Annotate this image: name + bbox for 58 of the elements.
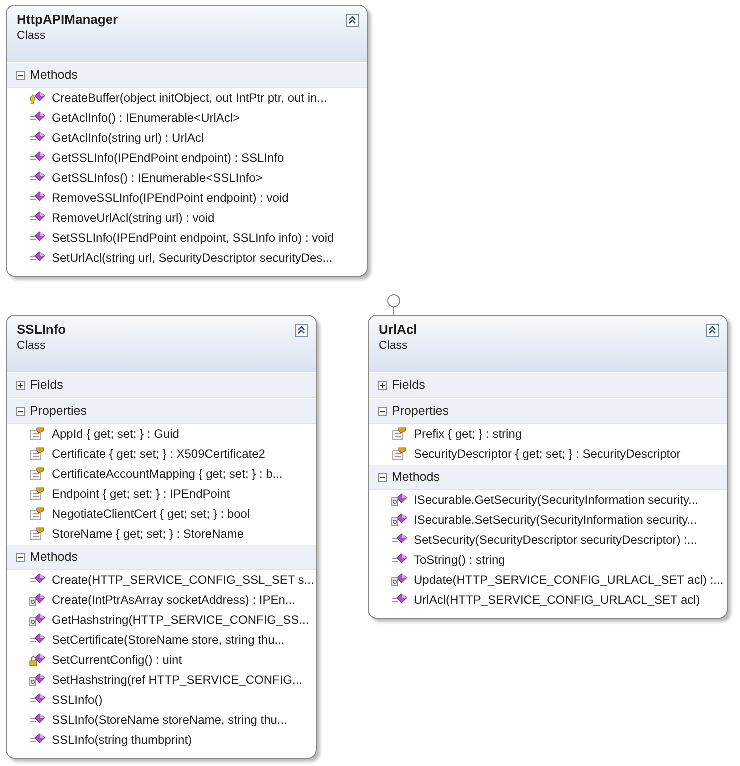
member-text: GetSSLInfos() : IEnumerable<SSLInfo> (52, 171, 263, 185)
member-text: SetSSLInfo(IPEndPoint endpoint, SSLInfo info) : void (52, 231, 334, 245)
member-text: SecurityDescriptor { get; set; } : SecurityDescriptor (414, 447, 681, 461)
class-name: HttpAPIManager (17, 11, 118, 28)
collapse-icon[interactable] (706, 324, 719, 337)
member-text: GetAclInfo(string url) : UrlAcl (52, 131, 204, 145)
compartment-title: Methods (392, 470, 440, 484)
member-text: SetCertificate(StoreName store, string thu... (52, 633, 285, 647)
member-text: NegotiateClientCert { get; set; } : bool (52, 507, 250, 521)
member-text: SSLInfo(string thumbprint) (52, 733, 192, 747)
collapse-icon[interactable] (16, 552, 25, 562)
member-text: Update(HTTP_SERVICE_CONFIG_URLACL_SET acl) :... (414, 573, 724, 587)
member-text: Endpoint { get; set; } : IPEndPoint (52, 487, 230, 501)
member-text: Create(IntPtrAsArray socketAddress) : IPEn... (52, 593, 296, 607)
collapse-icon[interactable] (378, 406, 387, 416)
class-stereotype: Class (17, 29, 47, 44)
member-text: CreateBuffer(object initObject, out IntPtr ptr, out in... (52, 91, 328, 105)
collapse-icon[interactable] (346, 14, 359, 27)
class-stereotype: Class (17, 339, 47, 354)
compartment-title: Fields (392, 378, 426, 392)
member-text: CertificateAccountMapping { get; set; } : b... (52, 467, 283, 481)
expand-icon[interactable] (16, 380, 25, 390)
class-shape[interactable] (6, 5, 368, 277)
member-text: StoreName { get; set; } : StoreName (52, 527, 244, 541)
compartment-title: Properties (30, 404, 87, 418)
compartment-title: Fields (30, 378, 64, 392)
compartment-title: Methods (30, 68, 78, 82)
member-text: Create(HTTP_SERVICE_CONFIG_SSL_SET s... (52, 573, 314, 587)
member-text: SetHashstring(ref HTTP_SERVICE_CONFIG... (52, 673, 303, 687)
collapse-icon[interactable] (295, 324, 308, 337)
compartment-title: Properties (392, 404, 449, 418)
collapse-icon[interactable] (16, 70, 25, 80)
member-text: SetCurrentConfig() : uint (52, 653, 182, 667)
member-text: Prefix { get; } : string (414, 427, 522, 441)
member-text: SSLInfo() (52, 693, 103, 707)
member-text: SetSecurity(SecurityDescriptor securityDescriptor) :... (414, 533, 698, 547)
member-text: SSLInfo(StoreName storeName, string thu... (52, 713, 288, 727)
expand-icon[interactable] (378, 380, 387, 390)
class-name: UrlAcl (379, 321, 418, 338)
member-text: ISecurable.GetSecurity(SecurityInformation security... (414, 493, 699, 507)
class-shape[interactable] (368, 315, 728, 619)
member-text: GetHashstring(HTTP_SERVICE_CONFIG_SS... (52, 613, 310, 627)
member-text: AppId { get; set; } : Guid (52, 427, 180, 441)
member-text: ISecurable.SetSecurity(SecurityInformation security... (414, 513, 698, 527)
member-text: GetSSLInfo(IPEndPoint endpoint) : SSLInfo (52, 151, 284, 165)
class-shape[interactable] (6, 315, 317, 759)
member-text: RemoveSSLInfo(IPEndPoint endpoint) : void (52, 191, 289, 205)
compartment-title: Methods (30, 550, 78, 564)
member-text: RemoveUrlAcl(string url) : void (52, 211, 215, 225)
member-text: Certificate { get; set; } : X509Certificate2 (52, 447, 266, 461)
member-text: ToString() : string (414, 553, 506, 567)
member-text: GetAclInfo() : IEnumerable<UrlAcl> (52, 111, 240, 125)
member-text: SetUrlAcl(string url, SecurityDescriptor securityDes... (52, 251, 333, 265)
class-name: SSLInfo (17, 321, 66, 338)
collapse-icon[interactable] (378, 472, 387, 482)
member-text: UrlAcl(HTTP_SERVICE_CONFIG_URLACL_SET acl) (414, 593, 700, 607)
collapse-icon[interactable] (16, 406, 25, 416)
class-stereotype: Class (379, 339, 409, 354)
